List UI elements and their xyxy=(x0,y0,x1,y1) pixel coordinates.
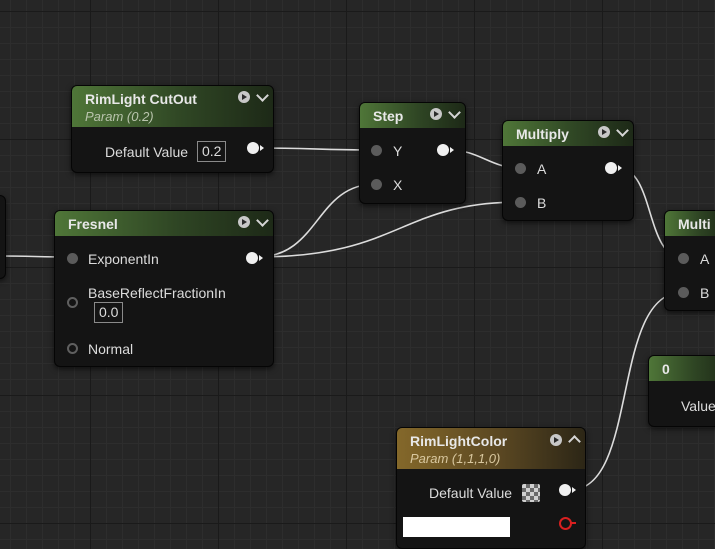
color-picker-swatch[interactable] xyxy=(522,484,540,502)
pin-label-y: Y xyxy=(393,143,403,159)
preview-play-icon[interactable] xyxy=(238,91,250,103)
pin-label-a: A xyxy=(537,161,547,177)
pin-label-base-reflect: BaseReflectFractionIn xyxy=(88,285,226,301)
output-pin[interactable] xyxy=(247,142,264,154)
input-pin-b[interactable] xyxy=(678,287,689,298)
preview-play-icon[interactable] xyxy=(550,433,562,446)
color-preview xyxy=(403,517,510,537)
multiply2-node[interactable]: Multi A B xyxy=(664,210,715,311)
preview-play-icon[interactable] xyxy=(238,216,250,228)
node-header[interactable]: 0 xyxy=(649,356,715,381)
node-header[interactable]: Step xyxy=(360,103,465,128)
node-header[interactable]: Multiply xyxy=(503,121,633,146)
rimlight-cutout-node[interactable]: RimLight CutOut Param (0.2) Default Valu… xyxy=(71,85,274,173)
node-title: Multi xyxy=(678,216,711,232)
pin-label-b: B xyxy=(700,285,710,301)
input-pin-a[interactable] xyxy=(515,163,526,174)
red-output-pin[interactable] xyxy=(559,517,576,530)
input-pin-base-reflect[interactable] xyxy=(67,297,78,308)
preview-play-icon[interactable] xyxy=(598,126,610,138)
node-subtitle: Param (0.2) xyxy=(85,109,154,124)
default-value-label: Default Value xyxy=(105,144,189,160)
default-value-label: Default Value xyxy=(429,485,513,501)
node-title: 0 xyxy=(662,361,670,377)
output-pin[interactable] xyxy=(605,162,622,174)
constant-node[interactable]: 0 Value xyxy=(648,355,715,427)
output-pin[interactable] xyxy=(437,144,454,156)
chevron-up-icon[interactable] xyxy=(568,435,581,448)
output-pin[interactable] xyxy=(559,484,576,496)
chevron-down-icon[interactable] xyxy=(256,89,269,102)
input-pin-a[interactable] xyxy=(678,253,689,264)
multiply-node[interactable]: Multiply A B xyxy=(502,120,634,221)
default-value-input[interactable]: 0.2 xyxy=(197,141,227,162)
chevron-down-icon[interactable] xyxy=(448,106,461,119)
chevron-down-icon[interactable] xyxy=(616,124,629,137)
pin-label-x: X xyxy=(393,177,403,193)
pin-label-b: B xyxy=(537,195,547,211)
input-pin-y[interactable] xyxy=(371,145,382,156)
node-header[interactable]: RimLight CutOut Param (0.2) xyxy=(72,86,273,127)
value-label: Value xyxy=(681,398,715,414)
wire-fresnel-to-multiply-b xyxy=(256,201,521,258)
node-header[interactable]: Multi xyxy=(665,211,715,236)
pin-label-exponent: ExponentIn xyxy=(88,251,159,267)
input-pin-exponent[interactable] xyxy=(67,253,78,264)
output-pin[interactable] xyxy=(246,252,263,264)
input-pin-normal[interactable] xyxy=(67,343,78,354)
rimlight-color-node[interactable]: RimLightColor Param (1,1,1,0) Default Va… xyxy=(396,427,586,549)
fresnel-node[interactable]: Fresnel ExponentIn BaseReflectFractionIn… xyxy=(54,210,274,367)
node-header[interactable]: Fresnel xyxy=(55,211,273,236)
preview-play-icon[interactable] xyxy=(430,108,442,120)
input-pin-b[interactable] xyxy=(515,197,526,208)
offscreen-node[interactable] xyxy=(0,195,6,279)
node-subtitle: Param (1,1,1,0) xyxy=(410,451,501,466)
input-pin-x[interactable] xyxy=(371,179,382,190)
node-header[interactable]: RimLightColor Param (1,1,1,0) xyxy=(397,428,585,469)
step-node[interactable]: Step Y X xyxy=(359,102,466,204)
chevron-down-icon[interactable] xyxy=(256,214,269,227)
pin-label-a: A xyxy=(700,251,710,267)
base-reflect-input[interactable]: 0.0 xyxy=(94,302,124,323)
pin-label-normal: Normal xyxy=(88,341,134,357)
